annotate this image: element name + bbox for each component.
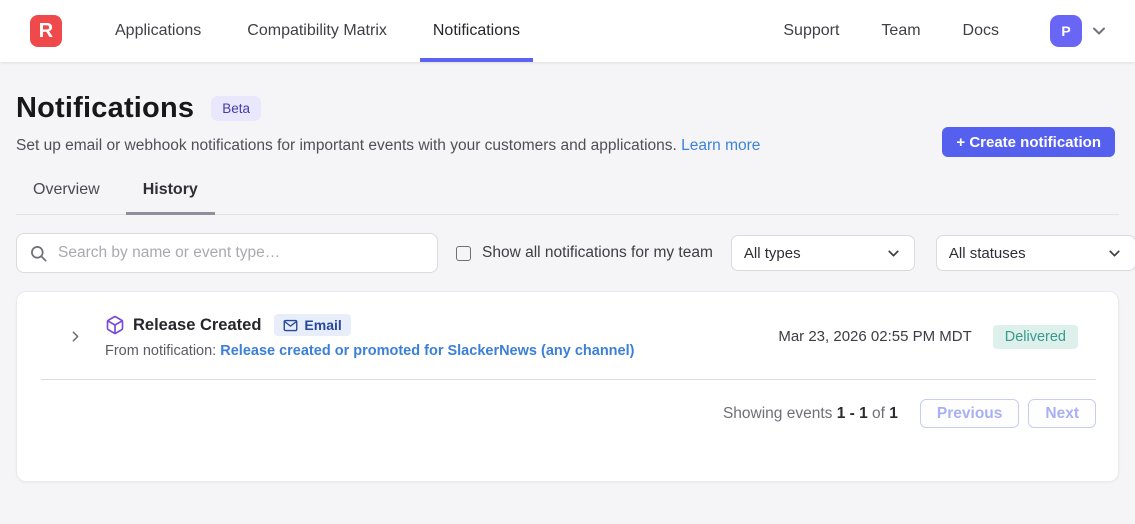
beta-badge: Beta <box>211 96 261 121</box>
previous-page-button[interactable]: Previous <box>920 399 1019 428</box>
avatar-initial: P <box>1061 23 1070 39</box>
top-navigation: R Applications Compatibility Matrix Noti… <box>0 0 1135 62</box>
team-checkbox[interactable] <box>456 246 471 261</box>
nav-item-notifications[interactable]: Notifications <box>420 0 533 62</box>
notification-source-link[interactable]: Release created or promoted for SlackerN… <box>220 343 634 359</box>
nav-item-docs[interactable]: Docs <box>950 0 1012 62</box>
nav-right-group: Support Team Docs P <box>762 0 1109 62</box>
team-checkbox-label[interactable]: Show all notifications for my team <box>482 244 713 262</box>
from-notification-label: From notification: <box>105 343 216 359</box>
email-channel-badge: Email <box>274 314 350 336</box>
tab-bar: Overview History <box>16 181 1119 215</box>
nav-item-compatibility-matrix[interactable]: Compatibility Matrix <box>234 0 400 62</box>
search-input[interactable] <box>58 244 425 262</box>
page-header: Notifications Beta <box>16 62 1119 125</box>
status-select[interactable]: All statuses <box>936 235 1135 271</box>
nav-item-applications[interactable]: Applications <box>102 0 214 62</box>
nav-item-support[interactable]: Support <box>770 0 852 62</box>
status-select-value: All statuses <box>949 245 1026 262</box>
logo-letter: R <box>39 20 53 43</box>
nav-left-group: Applications Compatibility Matrix Notifi… <box>92 0 543 62</box>
next-page-button[interactable]: Next <box>1028 399 1096 428</box>
showing-range: 1 - 1 <box>837 405 868 422</box>
event-details: Release Created Email From notification:… <box>105 314 634 359</box>
search-icon <box>29 244 48 263</box>
team-filter: Show all notifications for my team <box>456 244 713 262</box>
description-text: Set up email or webhook notifications fo… <box>16 137 677 154</box>
event-title-line: Release Created Email <box>105 314 634 336</box>
notifications-page: R Applications Compatibility Matrix Noti… <box>0 0 1135 524</box>
expand-row-button[interactable] <box>67 328 84 345</box>
tab-history[interactable]: History <box>126 181 215 215</box>
event-row: Release Created Email From notification:… <box>17 292 1118 379</box>
showing-total: 1 <box>889 405 898 422</box>
event-name: Release Created <box>133 316 261 335</box>
chevron-down-icon <box>885 245 902 262</box>
avatar[interactable]: P <box>1050 15 1082 47</box>
event-meta: Mar 23, 2026 02:55 PM MDT Delivered <box>778 325 1078 349</box>
showing-of: of <box>872 405 885 422</box>
event-timestamp: Mar 23, 2026 02:55 PM MDT <box>778 328 971 345</box>
search-box[interactable] <box>16 233 438 273</box>
channel-badge-label: Email <box>304 317 341 333</box>
learn-more-link[interactable]: Learn more <box>681 137 760 154</box>
showing-prefix: Showing events <box>723 405 832 422</box>
package-icon <box>105 315 125 335</box>
account-menu-button[interactable] <box>1089 21 1109 41</box>
type-select-value: All types <box>744 245 801 262</box>
filter-bar: Show all notifications for my team All t… <box>16 233 1119 273</box>
pagination-bar: Showing events 1 - 1 of 1 Previous Next <box>17 380 1118 428</box>
tab-overview[interactable]: Overview <box>16 181 117 215</box>
envelope-icon <box>283 318 298 333</box>
event-source-line: From notification: Release created or pr… <box>105 343 634 359</box>
chevron-down-icon <box>1089 21 1109 41</box>
type-select[interactable]: All types <box>731 235 915 271</box>
status-badge: Delivered <box>993 325 1078 349</box>
page-title: Notifications <box>16 92 194 125</box>
showing-events-text: Showing events 1 - 1 of 1 <box>723 405 898 423</box>
create-notification-button[interactable]: + Create notification <box>942 127 1115 157</box>
chevron-right-icon <box>67 328 84 345</box>
chevron-down-icon <box>1106 245 1123 262</box>
nav-item-team[interactable]: Team <box>868 0 933 62</box>
app-logo[interactable]: R <box>30 15 62 47</box>
main-content: Notifications Beta Set up email or webho… <box>0 62 1135 482</box>
events-card: Release Created Email From notification:… <box>16 291 1119 482</box>
